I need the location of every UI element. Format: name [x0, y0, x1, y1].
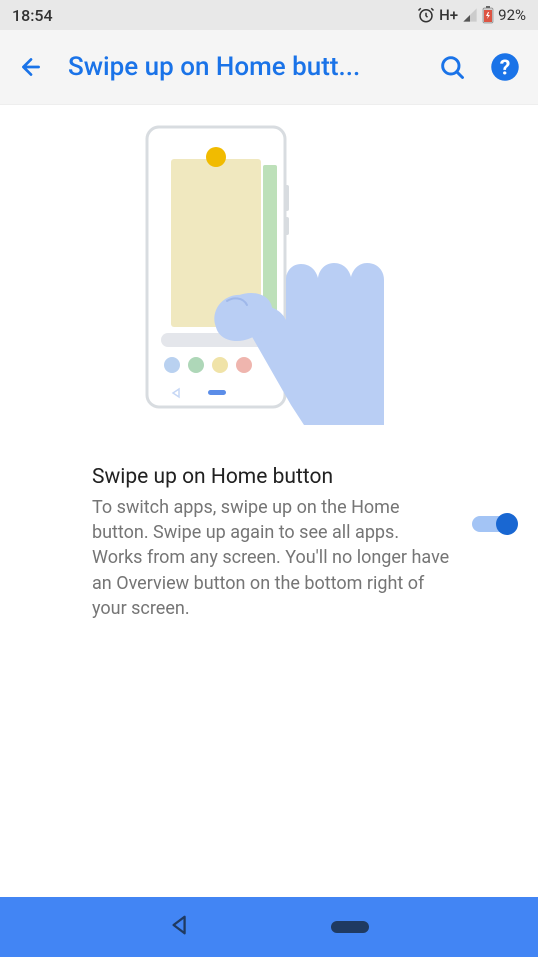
content-area: Swipe up on Home button To switch apps, … [0, 105, 538, 641]
battery-percentage: 92% [498, 6, 526, 24]
nav-back-button[interactable] [169, 914, 191, 940]
swipe-up-toggle[interactable] [472, 513, 516, 535]
battery-icon [482, 6, 494, 24]
network-type: H+ [439, 6, 458, 24]
setting-row: Swipe up on Home button To switch apps, … [0, 445, 538, 641]
illustration [0, 125, 538, 445]
signal-icon [462, 7, 478, 23]
system-nav-bar [0, 897, 538, 957]
page-title: Swipe up on Home butt... [68, 52, 414, 82]
setting-title: Swipe up on Home button [92, 465, 452, 489]
svg-text:?: ? [500, 56, 511, 81]
alarm-icon [417, 6, 435, 24]
setting-text: Swipe up on Home button To switch apps, … [92, 465, 452, 621]
search-icon[interactable] [438, 53, 466, 81]
app-bar: Swipe up on Home butt... ? [0, 30, 538, 105]
setting-description: To switch apps, swipe up on the Home but… [92, 495, 452, 621]
status-time: 18:54 [12, 6, 53, 25]
status-bar: 18:54 H+ 92% [0, 0, 538, 30]
status-indicators: H+ 92% [417, 6, 526, 24]
back-button[interactable] [18, 54, 44, 80]
help-icon[interactable]: ? [490, 52, 520, 82]
nav-home-pill[interactable] [331, 921, 369, 933]
